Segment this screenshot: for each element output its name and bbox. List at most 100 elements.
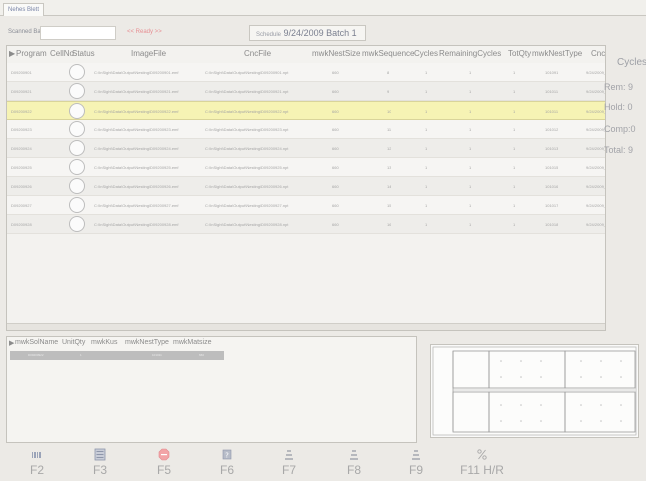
cell-sequence: 15 <box>387 203 392 208</box>
f7-button[interactable]: F7 <box>266 446 312 481</box>
table-row[interactable]: D09200926 C:\InSight\Data\Output\Nesting… <box>7 177 606 196</box>
function-key-bar: F2 F3 F5 ? F6 F7 F8 F9 F11 H/R <box>0 446 646 481</box>
column-header[interactable]: Cnc <box>591 46 605 62</box>
scanned-barcode-input[interactable] <box>40 26 116 40</box>
cell-sequence: 13 <box>387 165 392 170</box>
f5-button[interactable]: F5 <box>141 446 187 481</box>
cell-cnc: 9/24/2009_1 <box>586 70 606 75</box>
cell-cncfile: C:\InSight\Data\Output\Nesting\D09200921… <box>205 89 289 94</box>
batch-label: Batch 1 <box>326 28 357 38</box>
f6-button[interactable]: ? F6 <box>204 446 250 481</box>
f8-button[interactable]: F8 <box>331 446 377 481</box>
f2-button[interactable]: F2 <box>14 446 60 481</box>
status-indicator <box>69 197 85 213</box>
cell-imagefile: C:\InSight\Data\Output\Nesting\D09200928… <box>94 222 179 227</box>
cell-cycles: 1 <box>425 184 428 189</box>
column-header[interactable]: mwkKus <box>91 339 117 350</box>
svg-text:?: ? <box>225 452 229 460</box>
cell-nesttype: 101011 <box>152 353 162 357</box>
column-header[interactable]: mwkNestType <box>532 46 582 62</box>
cell-cycles: 1 <box>425 127 428 132</box>
table-row[interactable]: D09200924 C:\InSight\Data\Output\Nesting… <box>7 139 605 158</box>
cell-totqty: 1 <box>513 203 516 208</box>
cell-cnc: 9/24/2009_1 <box>586 203 606 208</box>
f11-button[interactable]: F11 H/R <box>459 446 505 481</box>
column-header[interactable]: Cycles <box>414 46 438 62</box>
cell-cycles: 1 <box>425 89 428 94</box>
column-header[interactable]: CncFile <box>244 46 271 62</box>
cell-cncfile: C:\InSight\Data\Output\Nesting\D09200927… <box>205 203 289 208</box>
cycles-complete: Comp:0 <box>604 124 636 134</box>
f9-button[interactable]: F9 <box>393 446 439 481</box>
f11-label: F11 H/R <box>460 463 504 477</box>
cell-program: D09200921 <box>11 89 32 94</box>
horizontal-scrollbar[interactable] <box>7 323 605 330</box>
sort-2-icon <box>350 450 358 460</box>
cycles-total: Total: 9 <box>604 145 634 155</box>
column-header[interactable]: mwkSequence <box>362 46 414 62</box>
sort-1-icon <box>285 450 293 460</box>
cell-imagefile: C:\InSight\Data\Output\Nesting\D09200927… <box>94 203 179 208</box>
cell-sequence: 14 <box>387 184 392 189</box>
sort-3-icon <box>412 450 420 460</box>
cell-cnc: 9/24/2009_1 <box>586 222 606 227</box>
column-header[interactable]: mwkSolName <box>15 339 58 350</box>
cell-imagefile: C:\InSight\Data\Output\Nesting\D09200923… <box>94 127 179 132</box>
nest-layout-drawing <box>432 346 637 436</box>
column-header[interactable]: mwkNestType <box>125 339 169 350</box>
cell-totqty: 1 <box>513 127 516 132</box>
cell-sequence: 11 <box>387 127 392 132</box>
column-header[interactable]: TotQty <box>508 46 531 62</box>
cell-nesttype: 101011 <box>545 89 559 94</box>
column-header[interactable]: Program <box>16 46 47 62</box>
cell-totqty: 1 <box>513 109 516 114</box>
material-grid[interactable]: ▶ mwkSolName UnitQty mwkKus mwkNestType … <box>6 336 417 443</box>
column-header[interactable]: Status <box>72 46 95 62</box>
column-header[interactable]: ImageFile <box>131 46 166 62</box>
cell-cncfile: C:\InSight\Data\Output\Nesting\D09200901… <box>205 70 289 75</box>
cell-nesttype: 101011 <box>545 109 559 114</box>
f3-label: F3 <box>92 463 107 477</box>
barcode-icon <box>32 452 41 458</box>
cell-nesttype: 101012 <box>545 127 559 132</box>
cell-cnc: 9/24/2009_1 <box>586 184 606 189</box>
tab-strip: Nehes Blett <box>0 0 646 16</box>
cell-program: D09200927 <box>11 203 32 208</box>
table-row[interactable]: D09200923 C:\InSight\Data\Output\Nesting… <box>7 120 605 139</box>
ready-status: << Ready >> <box>127 29 162 35</box>
table-row[interactable]: D09200901 C:\InSight\Data\Output\Nesting… <box>7 63 606 82</box>
cell-remaining: 1 <box>469 165 472 170</box>
column-header[interactable]: UnitQty <box>62 339 85 350</box>
table-row[interactable]: D09200928 C:\InSight\Data\Output\Nesting… <box>7 215 606 234</box>
cell-remaining: 1 <box>469 203 472 208</box>
table-row-selected[interactable]: D09200922 C:\InSight\Data\Output\Nesting… <box>7 101 605 120</box>
cell-cncfile: C:\InSight\Data\Output\Nesting\D09200922… <box>205 109 289 114</box>
cell-nestsize: 660 <box>332 127 339 132</box>
cell-program: D09200923 <box>11 127 32 132</box>
tab-main[interactable]: Nehes Blett <box>3 3 45 16</box>
cell-imagefile: C:\InSight\Data\Output\Nesting\D09200901… <box>94 70 179 75</box>
f2-label: F2 <box>29 463 44 477</box>
cell-cycles: 1 <box>425 222 428 227</box>
column-header[interactable]: CellNo <box>50 46 74 62</box>
cycles-remaining: Rem: 9 <box>604 82 634 92</box>
schedule-date: 9/24/2009 <box>283 28 324 38</box>
cell-matsize: 660 <box>199 353 205 357</box>
f3-button[interactable]: F3 <box>77 446 123 481</box>
stop-icon <box>158 448 170 461</box>
column-header[interactable]: mwkNestSize <box>312 46 360 62</box>
table-row-selected[interactable]: D09200922 1 101011 660 <box>10 351 224 360</box>
column-header[interactable]: mwkMatsize <box>173 339 212 350</box>
column-header[interactable]: RemainingCycles <box>439 46 501 62</box>
status-indicator <box>69 83 85 99</box>
program-grid[interactable]: ▶ Program CellNo Status ImageFile CncFil… <box>6 45 606 331</box>
cell-totqty: 1 <box>513 184 516 189</box>
cell-nestsize: 660 <box>332 203 339 208</box>
table-row[interactable]: D09200927 C:\InSight\Data\Output\Nesting… <box>7 196 606 215</box>
cell-cycles: 1 <box>425 109 428 114</box>
schedule-box: Schedule 9/24/2009 Batch 1 <box>249 25 366 41</box>
cell-totqty: 1 <box>513 222 516 227</box>
cell-totqty: 1 <box>513 165 516 170</box>
table-row[interactable]: D09200925 C:\InSight\Data\Output\Nesting… <box>7 158 605 177</box>
table-row[interactable]: D09200921 C:\InSight\Data\Output\Nesting… <box>7 82 605 101</box>
